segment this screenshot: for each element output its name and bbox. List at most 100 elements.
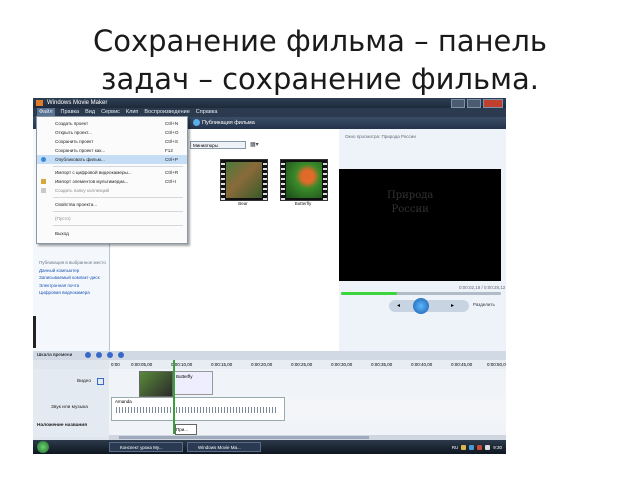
preview-title: Окно просмотра: Природа России xyxy=(345,134,416,139)
maximize-button[interactable] xyxy=(467,99,481,108)
seek-bar[interactable] xyxy=(341,292,501,295)
ruler-tick-label: 0:00 xyxy=(111,362,120,367)
menu-item-new-collection-folder[interactable]: Создать папку коллекций xyxy=(37,186,187,195)
split-button[interactable]: Разделить xyxy=(473,302,495,307)
window-edge xyxy=(33,316,36,348)
timeline-title-clip[interactable]: При... xyxy=(175,424,197,435)
menu-item-shortcut: F12 xyxy=(165,148,173,153)
window-titlebar: Windows Movie Maker xyxy=(33,98,506,108)
preview-timecode: 0:00:02,18 / 0:00:28,12 xyxy=(459,285,506,290)
timeline-view-dropdown[interactable]: Шкала времени xyxy=(37,351,72,360)
tasks-heading: Публикация в выбранное место xyxy=(39,260,106,265)
file-menu-dropdown: Создать проект Ctrl+N Открыть проект... … xyxy=(36,116,188,244)
ruler-tick-label: 0:00:25,00 xyxy=(291,362,313,367)
timeline-audio-clip[interactable]: Amanda xyxy=(111,397,285,421)
publish-icon xyxy=(193,119,200,126)
system-tray: RU 9:30 xyxy=(452,442,502,452)
timeline-video-clip-butterfly[interactable]: Butterfly xyxy=(173,371,213,395)
menu-separator xyxy=(53,197,183,198)
windows-taskbar: Конспект урока My... Windows Movie Ma...… xyxy=(33,440,506,454)
menu-item-import-media[interactable]: Импорт элементов мультимедиа... Ctrl+I xyxy=(37,177,187,186)
menu-item-shortcut: Ctrl+S xyxy=(165,139,178,144)
tray-icon[interactable] xyxy=(469,444,475,450)
start-button[interactable] xyxy=(37,441,49,453)
menu-item-shortcut: Ctrl+R xyxy=(165,170,179,175)
close-button[interactable] xyxy=(483,99,503,108)
timeline-video-clip-bear[interactable] xyxy=(139,371,173,397)
film-sprocket xyxy=(221,160,225,200)
menu-item-exit[interactable]: Выход xyxy=(37,229,187,238)
menu-item-save-project[interactable]: Сохранить проект Ctrl+S xyxy=(37,137,187,146)
window-title: Windows Movie Maker xyxy=(47,100,108,106)
preview-pane: Окно просмотра: Природа России Природа Р… xyxy=(339,129,506,351)
minimize-button[interactable] xyxy=(451,99,465,108)
tray-icon[interactable] xyxy=(461,444,467,450)
menu-item-new-project[interactable]: Создать проект Ctrl+N xyxy=(37,119,187,128)
menu-item-label: Опубликовать фильм... xyxy=(55,157,105,162)
menu-item-project-properties[interactable]: Свойства проекта... xyxy=(37,200,187,209)
seek-bar-fill xyxy=(341,292,397,295)
publish-movie-button[interactable]: Публикация фильма xyxy=(193,119,255,126)
timeline-ruler[interactable]: 0:00 0:00:05,00 0:00:10,00 0:00:15,00 0:… xyxy=(109,360,506,369)
timeline-toolbar: Шкала времени xyxy=(33,351,506,360)
menu-item-shortcut: Ctrl+N xyxy=(165,121,179,126)
menu-item-label: (Пусто) xyxy=(55,216,71,221)
menu-item-shortcut: Ctrl+O xyxy=(165,130,179,135)
menu-item-publish-movie[interactable]: Опубликовать фильм... Ctrl+P xyxy=(37,155,187,164)
menu-separator xyxy=(53,211,183,212)
menu-item-label: Открыть проект... xyxy=(55,130,92,135)
language-indicator[interactable]: RU xyxy=(452,445,459,450)
menu-separator xyxy=(53,166,183,167)
import-folder-icon xyxy=(41,179,46,184)
task-link-email[interactable]: Электронная почта xyxy=(39,282,106,290)
play-timeline-icon[interactable] xyxy=(96,352,102,358)
menu-item-save-project-as[interactable]: Сохранить проект как... F12 xyxy=(37,146,187,155)
title-overlay-track-label: Наложение названия xyxy=(37,423,88,428)
timeline-scrollbar-thumb[interactable] xyxy=(119,436,369,439)
clip-thumbnail xyxy=(286,162,322,198)
audio-track-label: Звук или музыка xyxy=(51,405,88,410)
tray-icon[interactable] xyxy=(477,444,483,450)
timeline-clip-label: Butterfly xyxy=(176,374,193,379)
publish-tasks: Публикация в выбранное место Данный комп… xyxy=(39,259,106,297)
screenshot: Windows Movie Maker Файл Правка Вид Серв… xyxy=(33,98,506,454)
menu-item-shortcut: Ctrl+P xyxy=(165,157,178,162)
menu-item-shortcut: Ctrl+I xyxy=(165,179,177,184)
film-sprocket xyxy=(281,160,285,200)
task-link-camera[interactable]: Цифровая видеокамера xyxy=(39,289,106,297)
play-button[interactable] xyxy=(413,298,429,314)
clip-bear[interactable] xyxy=(220,159,268,201)
menu-item-label: Создать проект xyxy=(55,121,89,126)
menu-item-label: Импорт элементов мультимедиа... xyxy=(55,179,129,184)
menu-item-import-camera[interactable]: Импорт с цифровой видеокамеры... Ctrl+R xyxy=(37,168,187,177)
view-options-icon[interactable]: ▦▾ xyxy=(250,141,259,148)
film-sprocket xyxy=(323,160,327,200)
ruler-tick-label: 0:00:50,00 xyxy=(487,362,506,367)
audio-clip-label: Amanda xyxy=(115,399,132,404)
ruler-tick-label: 0:00:15,00 xyxy=(211,362,233,367)
zoom-in-icon[interactable] xyxy=(107,352,113,358)
task-link-cd[interactable]: Записываемый компакт-диск xyxy=(39,274,106,282)
audio-track[interactable]: Amanda xyxy=(109,397,506,421)
slide-title: Сохранение фильма – панель задач – сохра… xyxy=(0,22,640,98)
taskbar-button-movie-maker[interactable]: Windows Movie Ma... xyxy=(187,442,261,452)
view-dropdown[interactable]: Миниатюры xyxy=(190,141,246,149)
track-labels: Видео Звук или музыка Наложение названия xyxy=(33,369,109,437)
previous-frame-icon[interactable]: ◂ xyxy=(397,302,400,309)
menu-item-open-project[interactable]: Открыть проект... Ctrl+O xyxy=(37,128,187,137)
clip-butterfly[interactable] xyxy=(280,159,328,201)
timeline-playhead[interactable] xyxy=(173,360,175,434)
rewind-timeline-icon[interactable] xyxy=(85,352,91,358)
volume-icon[interactable] xyxy=(485,444,491,450)
zoom-out-icon[interactable] xyxy=(118,352,124,358)
ruler-tick-label: 0:00:20,00 xyxy=(251,362,273,367)
expand-video-track-icon[interactable] xyxy=(97,378,104,385)
collection-folder-icon xyxy=(41,188,46,193)
video-track[interactable]: Butterfly xyxy=(109,369,506,397)
next-frame-icon[interactable]: ▸ xyxy=(451,302,454,309)
task-link-computer[interactable]: Данный компьютер xyxy=(39,267,106,275)
timeline-tools xyxy=(85,352,124,358)
slide-title-line-2: задач – сохранение фильма. xyxy=(101,62,539,96)
taskbar-button-lesson[interactable]: Конспект урока My... xyxy=(109,442,183,452)
menu-help[interactable]: Справка xyxy=(196,108,218,117)
